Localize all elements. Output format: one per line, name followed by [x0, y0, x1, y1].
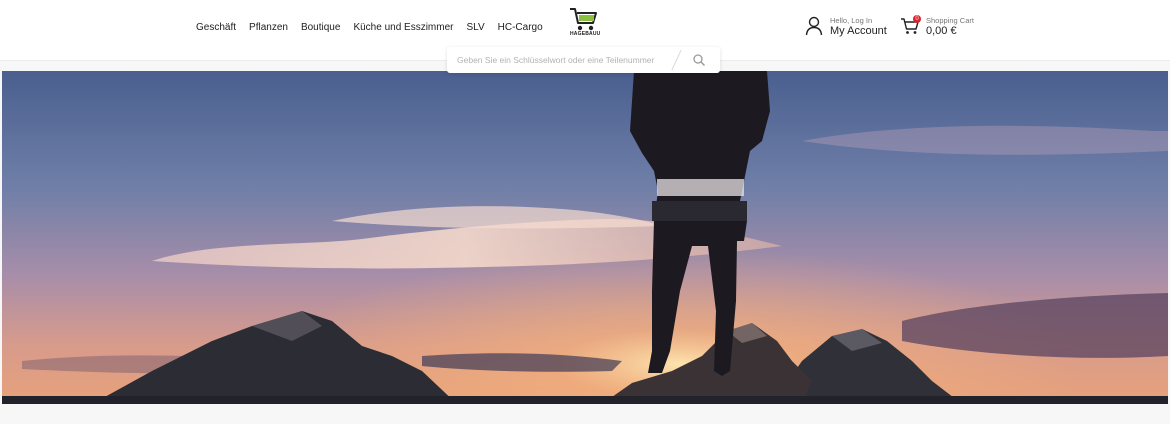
hiker-sunset-illustration — [2, 71, 1168, 404]
shopping-cart-link[interactable]: 0 Shopping Cart 0,00 € — [900, 15, 974, 38]
page-below-hero — [0, 404, 1170, 424]
cart-total: 0,00 € — [926, 25, 957, 37]
search-input[interactable] — [457, 53, 677, 67]
nav-item-slv[interactable]: SLV — [466, 22, 484, 33]
hero-banner-image — [2, 71, 1168, 404]
nav-item-boutique[interactable]: Boutique — [301, 22, 340, 33]
user-icon — [805, 16, 823, 36]
account-greeting: Hello, Log In — [830, 16, 873, 25]
account-label: My Account — [830, 25, 887, 37]
main-nav: Geschäft Pflanzen Boutique Küche und Ess… — [196, 22, 543, 33]
nav-item-kueche[interactable]: Küche und Esszimmer — [353, 22, 453, 33]
cart-count-badge: 0 — [913, 15, 921, 23]
cart-label: Shopping Cart — [926, 16, 974, 25]
search-icon[interactable] — [692, 53, 706, 67]
cart-icon-wrap: 0 — [900, 15, 921, 36]
nav-item-pflanzen[interactable]: Pflanzen — [249, 22, 288, 33]
my-account-link[interactable]: Hello, Log In My Account — [805, 16, 887, 38]
nav-item-hc-cargo[interactable]: HC-Cargo — [498, 22, 543, 33]
search-bar — [447, 47, 720, 73]
nav-item-geschaeft[interactable]: Geschäft — [196, 22, 236, 33]
logo-text: HAGEBAUU — [570, 31, 601, 37]
